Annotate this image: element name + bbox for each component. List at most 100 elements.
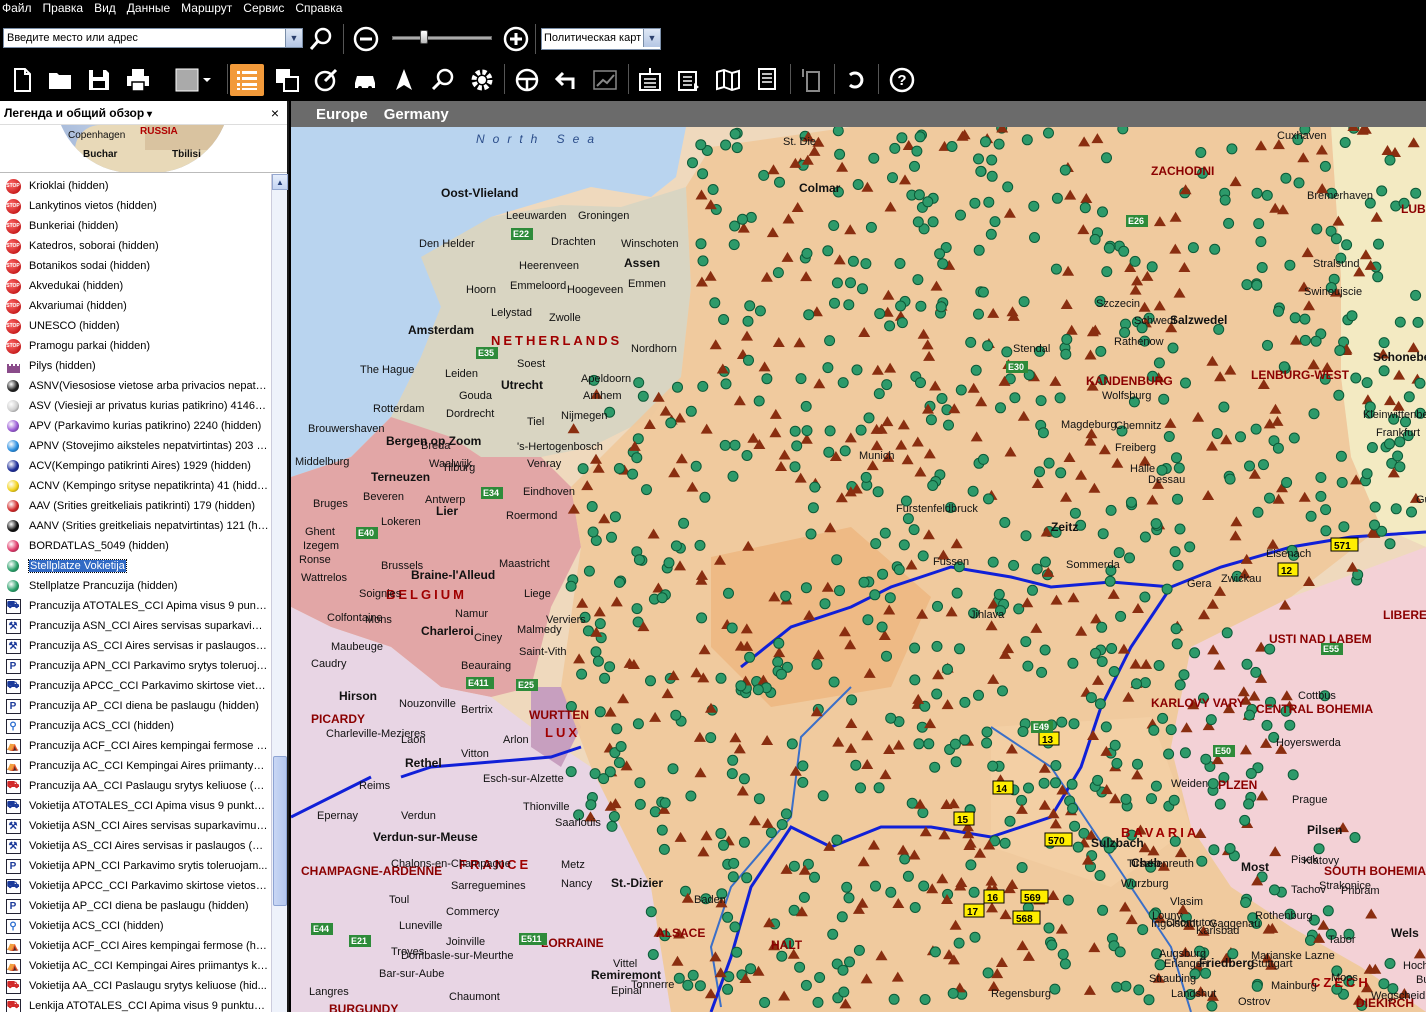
stellplatz-marker[interactable] bbox=[1339, 137, 1351, 148]
stellplatz-marker[interactable] bbox=[1320, 525, 1332, 537]
stellplatz-marker[interactable] bbox=[789, 461, 801, 473]
stellplatz-marker[interactable] bbox=[1180, 377, 1191, 389]
stellplatz-marker[interactable] bbox=[1060, 348, 1072, 360]
stellplatz-marker[interactable] bbox=[1335, 450, 1347, 462]
stellplatz-marker[interactable] bbox=[786, 738, 798, 750]
stellplatz-marker[interactable] bbox=[1067, 657, 1079, 669]
stellplatz-marker[interactable] bbox=[1174, 523, 1186, 535]
stellplatz-marker[interactable] bbox=[837, 377, 849, 389]
stellplatz-marker[interactable] bbox=[909, 674, 921, 686]
stellplatz-marker[interactable] bbox=[809, 481, 821, 493]
stellplatz-marker[interactable] bbox=[827, 928, 839, 940]
legend-item[interactable]: ⛟ Vokietija ATOTALES_CCI Apima visus 9 pu… bbox=[0, 796, 271, 816]
stellplatz-marker[interactable] bbox=[876, 621, 888, 633]
stellplatz-marker[interactable] bbox=[697, 255, 709, 267]
stellplatz-marker[interactable] bbox=[929, 761, 941, 773]
stellplatz-marker[interactable] bbox=[1016, 794, 1028, 806]
stellplatz-marker[interactable] bbox=[908, 524, 920, 536]
stellplatz-marker[interactable] bbox=[1038, 777, 1050, 789]
stellplatz-marker[interactable] bbox=[727, 871, 739, 883]
stellplatz-marker[interactable] bbox=[1034, 466, 1045, 478]
stellplatz-marker[interactable] bbox=[758, 169, 770, 181]
stellplatz-marker[interactable] bbox=[936, 393, 948, 404]
stellplatz-marker[interactable] bbox=[1187, 242, 1199, 254]
stellplatz-marker[interactable] bbox=[1072, 841, 1084, 853]
stellplatz-marker[interactable] bbox=[1046, 939, 1058, 951]
stellplatz-marker[interactable] bbox=[1218, 401, 1230, 413]
stellplatz-marker[interactable] bbox=[1111, 981, 1123, 993]
stellplatz-marker[interactable] bbox=[633, 554, 645, 566]
stellplatz-marker[interactable] bbox=[1020, 530, 1032, 542]
navigation-button[interactable] bbox=[510, 64, 544, 96]
stellplatz-marker[interactable] bbox=[1284, 719, 1296, 731]
stellplatz-marker[interactable] bbox=[1320, 504, 1332, 516]
stellplatz-marker[interactable] bbox=[914, 131, 926, 143]
stellplatz-marker[interactable] bbox=[1256, 262, 1268, 273]
stellplatz-marker[interactable] bbox=[1241, 658, 1253, 670]
stellplatz-marker[interactable] bbox=[656, 592, 668, 604]
stellplatz-marker[interactable] bbox=[1163, 748, 1175, 760]
stellplatz-marker[interactable] bbox=[937, 258, 949, 270]
stellplatz-marker[interactable] bbox=[719, 439, 731, 451]
stellplatz-marker[interactable] bbox=[1050, 263, 1062, 275]
scroll-up-icon[interactable]: ▲ bbox=[272, 174, 288, 190]
legend-item[interactable]: STOP Katedros, soborai (hidden) bbox=[0, 236, 271, 256]
stellplatz-marker[interactable] bbox=[1137, 924, 1149, 936]
legend-item[interactable]: ⚲ Vokietija ACS_CCI (hidden) bbox=[0, 916, 271, 936]
stellplatz-marker[interactable] bbox=[853, 944, 865, 956]
legend-item[interactable]: P Prancuzija APN_CCI Parkavimo srytys tol… bbox=[0, 656, 271, 676]
stellplatz-marker[interactable] bbox=[667, 763, 679, 775]
stellplatz-marker[interactable] bbox=[1049, 983, 1061, 995]
stellplatz-marker[interactable] bbox=[637, 390, 649, 402]
new-document-button[interactable] bbox=[5, 64, 39, 96]
stellplatz-marker[interactable] bbox=[841, 881, 853, 893]
stellplatz-marker[interactable] bbox=[611, 723, 623, 735]
stellplatz-marker[interactable] bbox=[801, 247, 813, 259]
legend-item[interactable]: STOP Akvariumai (hidden) bbox=[0, 296, 271, 316]
stellplatz-marker[interactable] bbox=[1008, 559, 1020, 571]
stellplatz-marker[interactable] bbox=[1224, 473, 1236, 485]
stellplatz-marker[interactable] bbox=[754, 305, 766, 317]
stellplatz-marker[interactable] bbox=[922, 196, 934, 208]
stellplatz-marker[interactable] bbox=[727, 470, 739, 482]
stellplatz-marker[interactable] bbox=[959, 734, 971, 746]
stellplatz-marker[interactable] bbox=[1043, 127, 1054, 139]
stellplatz-marker[interactable] bbox=[1334, 345, 1346, 356]
stellplatz-marker[interactable] bbox=[1251, 279, 1263, 291]
scroll-thumb[interactable] bbox=[273, 756, 287, 906]
stellplatz-marker[interactable] bbox=[1305, 510, 1317, 522]
stellplatz-marker[interactable] bbox=[715, 672, 727, 684]
stellplatz-marker[interactable] bbox=[982, 967, 994, 979]
stellplatz-marker[interactable] bbox=[665, 417, 677, 429]
stellplatz-marker[interactable] bbox=[1132, 758, 1143, 770]
stellplatz-marker[interactable] bbox=[609, 511, 621, 523]
stellplatz-marker[interactable] bbox=[970, 364, 982, 376]
stellplatz-marker[interactable] bbox=[1208, 844, 1220, 856]
stellplatz-marker[interactable] bbox=[670, 540, 682, 552]
stellplatz-marker[interactable] bbox=[951, 587, 963, 599]
stellplatz-marker[interactable] bbox=[1346, 310, 1358, 322]
stellplatz-marker[interactable] bbox=[828, 676, 840, 688]
stellplatz-marker[interactable] bbox=[1039, 644, 1051, 656]
stellplatz-marker[interactable] bbox=[1085, 692, 1097, 704]
export-button[interactable] bbox=[672, 64, 706, 96]
stellplatz-marker[interactable] bbox=[1171, 638, 1183, 650]
stellplatz-marker[interactable] bbox=[586, 501, 598, 512]
stellplatz-marker[interactable] bbox=[851, 364, 863, 376]
stellplatz-marker[interactable] bbox=[718, 314, 730, 325]
stellplatz-marker[interactable] bbox=[1169, 546, 1181, 558]
stellplatz-marker[interactable] bbox=[590, 646, 602, 658]
stellplatz-marker[interactable] bbox=[1410, 289, 1422, 301]
stellplatz-marker[interactable] bbox=[1251, 980, 1263, 992]
stellplatz-marker[interactable] bbox=[1349, 832, 1361, 843]
stellplatz-marker[interactable] bbox=[852, 179, 864, 190]
stellplatz-marker[interactable] bbox=[1376, 185, 1388, 197]
stellplatz-marker[interactable] bbox=[1394, 461, 1406, 473]
stellplatz-marker[interactable] bbox=[929, 946, 941, 958]
stellplatz-marker[interactable] bbox=[1163, 431, 1175, 442]
stellplatz-marker[interactable] bbox=[985, 228, 997, 240]
stellplatz-marker[interactable] bbox=[608, 811, 620, 822]
stellplatz-marker[interactable] bbox=[1392, 450, 1404, 462]
legend-item[interactable]: STOP Lankytinos vietos (hidden) bbox=[0, 196, 271, 216]
stellplatz-marker[interactable] bbox=[726, 768, 738, 780]
